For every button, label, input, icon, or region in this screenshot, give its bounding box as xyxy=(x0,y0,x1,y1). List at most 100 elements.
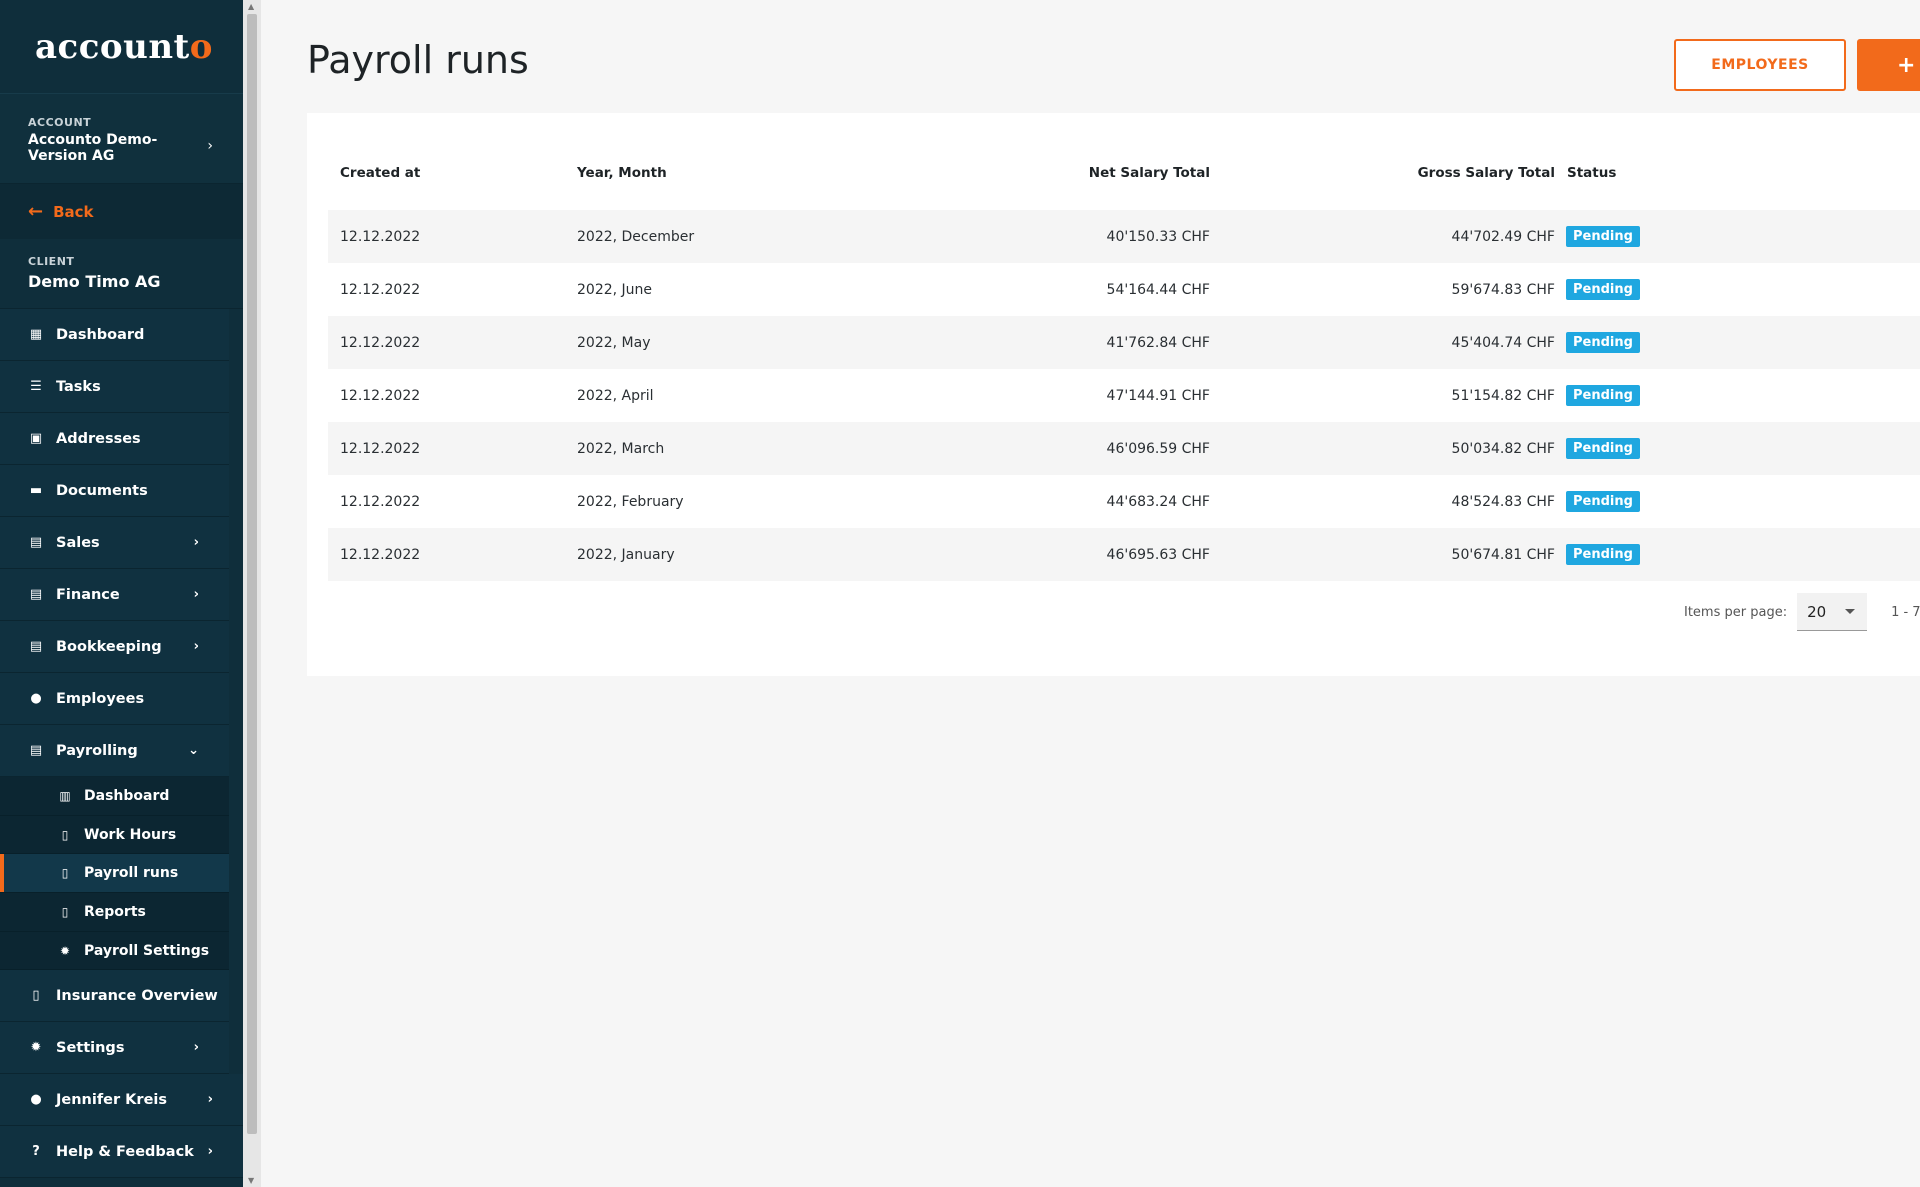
cell-gross-salary: 48'524.83 CHF xyxy=(1451,493,1555,510)
table-row[interactable]: 12.12.2022 2022, March 46'096.59 CHF 50'… xyxy=(328,422,1920,475)
cell-gross-salary: 50'034.82 CHF xyxy=(1210,422,1555,475)
cell-status: Pending xyxy=(1555,210,1920,263)
sidebar-item-documents[interactable]: ▬ Documents xyxy=(0,465,229,517)
cell-status: Pending xyxy=(1555,475,1920,528)
sidebar-item-addresses[interactable]: ▣ Addresses xyxy=(0,413,229,465)
accounto-logo[interactable]: account o xyxy=(0,0,243,94)
user-icon: ● xyxy=(30,1092,42,1108)
table-row[interactable]: 12.12.2022 2022, January 46'695.63 CHF 5… xyxy=(328,528,1920,581)
items-per-page-select[interactable]: 20 xyxy=(1797,593,1868,631)
gear-icon: ✹ xyxy=(30,1040,42,1056)
sidebar-item-reports[interactable]: ▯ Reports xyxy=(0,893,229,932)
column-header-net-salary-total[interactable]: Net Salary Total xyxy=(865,135,1210,210)
cell-created-at: 12.12.2022 xyxy=(340,281,421,298)
chevron-right-icon: › xyxy=(207,1092,213,1108)
sidebar-item-payrolling[interactable]: ▤ Payrolling ⌄ xyxy=(0,725,229,777)
chevron-right-icon: › xyxy=(193,535,199,550)
chevron-down-icon: ⌄ xyxy=(188,743,199,758)
sidebar-item-tasks[interactable]: ☰ Tasks xyxy=(0,361,229,413)
table-row[interactable]: 12.12.2022 2022, June 54'164.44 CHF 59'6… xyxy=(328,263,1920,316)
paginator: Items per page: 20 1 - 7 xyxy=(1684,593,1920,631)
grid-icon: ▦ xyxy=(29,327,43,342)
status-badge: Pending xyxy=(1566,226,1640,247)
status-badge: Pending xyxy=(1566,385,1640,406)
cell-created-at: 12.12.2022 xyxy=(340,493,421,510)
table-row[interactable]: 12.12.2022 2022, February 44'683.24 CHF … xyxy=(328,475,1920,528)
items-per-page-value: 20 xyxy=(1807,602,1827,621)
question-icon: ? xyxy=(32,1144,40,1160)
card-icon: ▤ xyxy=(29,639,43,654)
sidebar-item-label: Finance xyxy=(56,586,120,603)
sidebar-item-help[interactable]: ? Help & Feedback › xyxy=(0,1126,243,1179)
status-badge: Pending xyxy=(1566,544,1640,565)
payroll-runs-table: Created at Year, Month Net Salary Total … xyxy=(328,135,1920,581)
table-row[interactable]: 12.12.2022 2022, April 47'144.91 CHF 51'… xyxy=(328,369,1920,422)
file-icon: ▯ xyxy=(61,904,69,919)
employees-button[interactable]: EMPLOYEES xyxy=(1674,39,1846,91)
cell-gross-salary: 50'674.81 CHF xyxy=(1210,528,1555,581)
sidebar-item-user[interactable]: ● Jennifer Kreis › xyxy=(0,1074,243,1127)
card-icon: ▤ xyxy=(29,743,43,758)
cell-status: Pending xyxy=(1555,316,1920,369)
scrollbar-thumb[interactable] xyxy=(247,14,257,1134)
chevron-right-icon: › xyxy=(193,639,199,654)
cell-created-at: 12.12.2022 xyxy=(328,210,565,263)
column-header-status[interactable]: Status xyxy=(1555,135,1920,210)
sidebar-item-label: Insurance Overview xyxy=(56,987,218,1004)
status-badge: Pending xyxy=(1566,332,1640,353)
cell-year-month: 2022, January xyxy=(565,528,865,581)
account-label: ACCOUNT xyxy=(28,116,92,129)
chart-icon: ▥ xyxy=(59,788,71,803)
sidebar-item-label: Jennifer Kreis xyxy=(56,1091,168,1108)
add-payroll-run-button[interactable]: + xyxy=(1857,39,1920,91)
cell-gross-salary: 45'404.74 CHF xyxy=(1210,316,1555,369)
column-header-created-at[interactable]: Created at xyxy=(328,135,565,210)
sidebar-item-dashboard[interactable]: ▦ Dashboard xyxy=(0,309,229,361)
cell-gross-salary: 59'674.83 CHF xyxy=(1451,281,1555,298)
sidebar-item-finance[interactable]: ▤ Finance › xyxy=(0,569,229,621)
back-link[interactable]: ← Back xyxy=(0,184,243,239)
table-row[interactable]: 12.12.2022 2022, May 41'762.84 CHF 45'40… xyxy=(328,316,1920,369)
sidebar-item-label: Addresses xyxy=(56,430,141,447)
sidebar-item-sales[interactable]: ▤ Sales › xyxy=(0,517,229,569)
cell-created-at: 12.12.2022 xyxy=(328,422,565,475)
table-row[interactable]: 12.12.2022 2022, December 40'150.33 CHF … xyxy=(328,210,1920,263)
arrow-left-icon: ← xyxy=(28,201,44,222)
status-badge: Pending xyxy=(1566,491,1640,512)
sidebar-item-settings[interactable]: ✹ Settings › xyxy=(0,1022,229,1075)
cell-created-at: 12.12.2022 xyxy=(340,387,421,404)
sidebar-item-payroll-settings[interactable]: ✹ Payroll Settings xyxy=(0,932,229,971)
cell-status: Pending xyxy=(1555,422,1920,475)
cell-status: Pending xyxy=(1555,263,1920,316)
cell-net-salary: 46'096.59 CHF xyxy=(865,422,1210,475)
scroll-up-icon[interactable]: ▲ xyxy=(248,2,254,11)
items-per-page-label: Items per page: xyxy=(1684,604,1788,620)
account-switcher[interactable]: ACCOUNT Accounto Demo-Version AG › xyxy=(0,94,243,184)
page-range-label: 1 - 7 xyxy=(1891,604,1920,620)
inbox-icon: ▬ xyxy=(29,483,43,498)
sidebar-item-payroll-dashboard[interactable]: ▥ Dashboard xyxy=(0,777,229,816)
cell-year-month: 2022, March xyxy=(565,422,865,475)
column-header-gross-salary-total[interactable]: Gross Salary Total xyxy=(1210,135,1555,210)
cell-status: Pending xyxy=(1555,369,1920,422)
sidebar-scrollbar[interactable]: ▲ ▼ xyxy=(243,0,261,1187)
sidebar-item-label: Payroll runs xyxy=(84,865,179,882)
sidebar-item-payroll-runs[interactable]: ▯ Payroll runs xyxy=(0,854,229,894)
sidebar-item-bookkeeping[interactable]: ▤ Bookkeeping › xyxy=(0,621,229,673)
logo-text: account xyxy=(35,26,190,67)
account-name: Accounto Demo-Version AG xyxy=(28,132,158,164)
sidebar-item-label: Dashboard xyxy=(56,326,145,343)
table-header-row: Created at Year, Month Net Salary Total … xyxy=(328,135,1920,210)
payroll-runs-card: Created at Year, Month Net Salary Total … xyxy=(307,113,1920,676)
main-nav: ▦ Dashboard ☰ Tasks ▣ Addresses ▬ Documents … xyxy=(0,309,243,1179)
sidebar-item-label: Documents xyxy=(56,482,148,499)
sidebar-item-label: Dashboard xyxy=(84,787,170,804)
sidebar-item-insurance-overview[interactable]: ▯ Insurance Overview xyxy=(0,970,229,1023)
sidebar-item-label: Settings xyxy=(56,1039,125,1056)
column-header-year-month[interactable]: Year, Month xyxy=(565,135,865,210)
sidebar-item-work-hours[interactable]: ▯ Work Hours xyxy=(0,816,229,855)
status-badge: Pending xyxy=(1566,438,1640,459)
scroll-down-icon[interactable]: ▼ xyxy=(248,1176,254,1185)
sidebar-item-employees[interactable]: ● Employees xyxy=(0,673,229,725)
file-icon: ▯ xyxy=(61,827,69,842)
